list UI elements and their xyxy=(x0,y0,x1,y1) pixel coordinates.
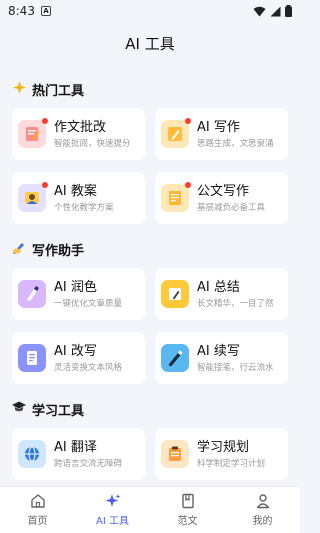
status-left: 8:43 A xyxy=(8,4,51,18)
card-subtitle: 智能批阅，快速提分 xyxy=(54,138,131,149)
new-badge xyxy=(42,118,48,124)
tool-card-official-doc[interactable]: 公文写作 基层减负必备工具 xyxy=(155,172,288,224)
signal-icon xyxy=(270,6,281,16)
summary-icon xyxy=(161,280,189,308)
tools-scroll-area[interactable]: 热门工具 作文批改 智能批阅，快速提分 AI 写作 思路生成，文思泉涌 AI 教… xyxy=(0,64,300,486)
card-text: 作文批改 智能批阅，快速提分 xyxy=(54,119,131,150)
card-subtitle: 个性化教学方案 xyxy=(54,202,114,213)
card-title: AI 改写 xyxy=(54,343,97,359)
tab-profile[interactable]: 我的 xyxy=(225,493,300,527)
section-title: 热门工具 xyxy=(12,78,288,100)
card-title: AI 总结 xyxy=(197,279,240,295)
status-bar: 8:43 A xyxy=(0,0,300,22)
card-title: AI 写作 xyxy=(197,119,240,135)
tool-card-ai-write[interactable]: AI 写作 思路生成，文思泉涌 xyxy=(155,108,288,160)
card-text: AI 润色 一键优化文章质量 xyxy=(54,279,122,310)
sparkle-icon xyxy=(12,80,26,98)
tool-grid: AI 润色 一键优化文章质量 AI 总结 长文精华，一目了然 AI 改写 灵活变… xyxy=(12,268,288,384)
section-title: 写作助手 xyxy=(12,238,288,260)
lesson-plan-icon xyxy=(18,182,48,212)
card-subtitle: 思路生成，文思泉涌 xyxy=(197,138,274,149)
tab-ai-tools[interactable]: AI 工具 xyxy=(75,493,150,527)
translate-globe-icon xyxy=(18,440,46,468)
new-badge xyxy=(42,182,48,188)
study-plan-icon xyxy=(161,440,189,468)
user-icon xyxy=(256,494,269,509)
card-title: AI 续写 xyxy=(197,343,240,359)
bottom-tab-bar: 首页 AI 工具 范文 我的 xyxy=(0,486,300,533)
card-text: AI 改写 灵活变换文本风格 xyxy=(54,343,122,374)
status-right xyxy=(253,5,292,17)
card-title: 作文批改 xyxy=(54,119,107,135)
tab-label: AI 工具 xyxy=(96,516,129,527)
card-subtitle: 科学制定学习计划 xyxy=(197,458,266,469)
card-text: 公文写作 基层减负必备工具 xyxy=(197,183,265,214)
card-subtitle: 一键优化文章质量 xyxy=(54,298,123,309)
tool-card-study-plan[interactable]: 学习规划 科学制定学习计划 xyxy=(155,428,288,480)
page-title: AI 工具 xyxy=(125,34,175,53)
new-badge xyxy=(185,182,191,188)
ai-write-icon xyxy=(161,118,191,148)
tab-label: 我的 xyxy=(252,516,273,527)
card-subtitle: 基层减负必备工具 xyxy=(197,202,266,213)
card-text: AI 续写 智能接笔，行云流水 xyxy=(197,343,274,374)
card-text: AI 总结 长文精华，一目了然 xyxy=(197,279,274,310)
page-header: AI 工具 xyxy=(0,22,300,64)
tool-card-ai-translate[interactable]: AI 翻译 跨语言交流无障碍 xyxy=(12,428,145,480)
section-title-label: 写作助手 xyxy=(32,243,85,259)
official-doc-icon xyxy=(161,182,191,212)
home-icon xyxy=(30,494,45,508)
card-title: AI 润色 xyxy=(54,279,97,295)
tool-card-ai-lesson-plan[interactable]: AI 教案 个性化教学方案 xyxy=(12,172,145,224)
card-text: AI 教案 个性化教学方案 xyxy=(54,183,114,214)
section-hot-tools: 热门工具 作文批改 智能批阅，快速提分 AI 写作 思路生成，文思泉涌 AI 教… xyxy=(12,78,288,224)
tab-sample-essays[interactable]: 范文 xyxy=(150,493,225,527)
card-subtitle: 灵活变换文本风格 xyxy=(54,362,123,373)
card-title: AI 翻译 xyxy=(54,439,97,455)
card-title: AI 教案 xyxy=(54,183,97,199)
new-badge xyxy=(185,118,191,124)
battery-icon xyxy=(285,5,292,17)
book-icon xyxy=(181,493,194,509)
polish-icon xyxy=(18,280,46,308)
continue-write-icon xyxy=(161,344,189,372)
tool-grid: AI 翻译 跨语言交流无障碍 学习规划 科学制定学习计划 xyxy=(12,428,288,486)
card-text: 学习规划 科学制定学习计划 xyxy=(197,439,265,470)
graduation-cap-icon xyxy=(12,401,26,417)
card-title: 公文写作 xyxy=(197,183,250,199)
section-title-label: 学习工具 xyxy=(32,403,85,419)
rewrite-icon xyxy=(18,344,46,372)
status-time: 8:43 xyxy=(8,4,35,18)
tool-card-ai-polish[interactable]: AI 润色 一键优化文章质量 xyxy=(12,268,145,320)
sparkles-icon xyxy=(105,494,120,507)
tool-card-ai-continue[interactable]: AI 续写 智能接笔，行云流水 xyxy=(155,332,288,384)
card-text: AI 写作 思路生成，文思泉涌 xyxy=(197,119,274,150)
card-title: 学习规划 xyxy=(197,439,250,455)
section-study-tools: 学习工具 AI 翻译 跨语言交流无障碍 学习规划 科学制定学习计划 xyxy=(12,398,288,486)
wifi-icon xyxy=(253,6,266,16)
card-subtitle: 长文精华，一目了然 xyxy=(197,298,274,309)
tool-card-ai-rewrite[interactable]: AI 改写 灵活变换文本风格 xyxy=(12,332,145,384)
tool-card-ai-summary[interactable]: AI 总结 长文精华，一目了然 xyxy=(155,268,288,320)
section-title: 学习工具 xyxy=(12,398,288,420)
tool-grid: 作文批改 智能批阅，快速提分 AI 写作 思路生成，文思泉涌 AI 教案 个性化… xyxy=(12,108,288,224)
section-title-label: 热门工具 xyxy=(32,83,85,99)
sim-indicator-icon: A xyxy=(40,6,51,16)
tool-card-essay-correction[interactable]: 作文批改 智能批阅，快速提分 xyxy=(12,108,145,160)
essay-edit-icon xyxy=(18,118,48,148)
section-writing-assistant: 写作助手 AI 润色 一键优化文章质量 AI 总结 长文精华，一目了然 AI 改… xyxy=(12,238,288,384)
card-subtitle: 跨语言交流无障碍 xyxy=(54,458,123,469)
tab-label: 首页 xyxy=(27,516,48,527)
card-text: AI 翻译 跨语言交流无障碍 xyxy=(54,439,122,470)
writing-hand-icon xyxy=(12,241,26,258)
tab-label: 范文 xyxy=(177,516,198,527)
card-subtitle: 智能接笔，行云流水 xyxy=(197,362,274,373)
tab-home[interactable]: 首页 xyxy=(0,493,75,527)
